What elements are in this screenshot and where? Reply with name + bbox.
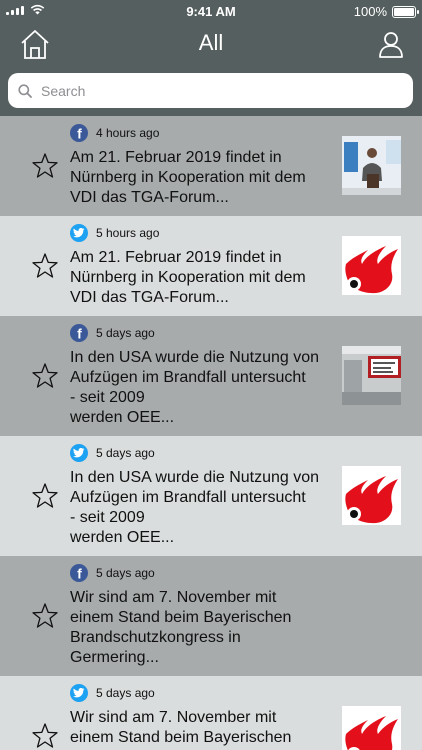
item-headline: Am 21. Februar 2019 findet in Nürnberg i… bbox=[70, 148, 340, 208]
headline-line: VDI das TGA-Forum... bbox=[70, 189, 229, 206]
item-meta: f 4 hours ago bbox=[70, 124, 159, 142]
star-icon[interactable] bbox=[31, 722, 59, 750]
item-meta: 5 days ago bbox=[70, 444, 155, 462]
item-headline: Wir sind am 7. November mit einem Stand … bbox=[70, 708, 340, 748]
headline-line: Germering... bbox=[70, 649, 159, 666]
item-thumbnail-logo[interactable] bbox=[342, 236, 401, 295]
twitter-icon bbox=[70, 684, 88, 702]
item-meta: 5 days ago bbox=[70, 684, 155, 702]
user-icon[interactable] bbox=[378, 30, 404, 58]
battery-percent: 100% bbox=[353, 4, 387, 19]
item-time: 5 days ago bbox=[96, 686, 155, 700]
item-time: 5 days ago bbox=[96, 446, 155, 460]
item-meta: f 5 days ago bbox=[70, 324, 155, 342]
headline-line: VDI das TGA-Forum... bbox=[70, 289, 229, 306]
star-icon[interactable] bbox=[31, 602, 59, 630]
headline-line: In den USA wurde die Nutzung von bbox=[70, 349, 320, 366]
headline-line: werden OEE... bbox=[70, 409, 175, 426]
item-meta: 5 hours ago bbox=[70, 224, 159, 242]
search-bar bbox=[0, 66, 422, 116]
headline-line: Brandschutzkongress in bbox=[70, 629, 241, 646]
headline-line: Am 21. Februar 2019 findet in bbox=[70, 149, 282, 166]
item-time: 5 hours ago bbox=[96, 226, 160, 240]
headline-line: Aufzügen im Brandfall untersucht bbox=[70, 369, 306, 386]
battery-icon bbox=[392, 5, 419, 18]
app-screen: 9:41 AM 100% All Search f 4 hours ago Am… bbox=[0, 0, 422, 750]
item-headline: In den USA wurde die Nutzung von Aufzüge… bbox=[70, 468, 340, 548]
star-icon[interactable] bbox=[31, 252, 59, 280]
feed-list: f 4 hours ago Am 21. Februar 2019 findet… bbox=[0, 116, 422, 750]
headline-line: einem Stand beim Bayerischen bbox=[70, 729, 292, 746]
item-time: 5 days ago bbox=[96, 326, 155, 340]
feed-item[interactable]: 5 days ago In den USA wurde die Nutzung … bbox=[0, 436, 422, 556]
item-thumbnail-photo[interactable] bbox=[342, 136, 401, 195]
item-thumbnail-logo[interactable] bbox=[342, 706, 401, 750]
headline-line: einem Stand beim Bayerischen bbox=[70, 609, 292, 626]
headline-line: Wir sind am 7. November mit bbox=[70, 709, 277, 726]
facebook-icon: f bbox=[70, 564, 88, 582]
item-thumbnail-logo[interactable] bbox=[342, 466, 401, 525]
item-meta: f 5 days ago bbox=[70, 564, 155, 582]
star-icon[interactable] bbox=[31, 482, 59, 510]
svg-text:f: f bbox=[77, 566, 82, 582]
feed-item[interactable]: f 5 days ago In den USA wurde die Nutzun… bbox=[0, 316, 422, 436]
headline-line: Wir sind am 7. November mit bbox=[70, 589, 277, 606]
feed-item[interactable]: 5 hours ago Am 21. Februar 2019 findet i… bbox=[0, 216, 422, 316]
headline-line: Nürnberg in Kooperation mit dem bbox=[70, 169, 306, 186]
headline-line: werden OEE... bbox=[70, 529, 175, 546]
twitter-icon bbox=[70, 224, 88, 242]
search-input[interactable] bbox=[39, 81, 383, 100]
svg-text:f: f bbox=[77, 326, 82, 342]
headline-line: In den USA wurde die Nutzung von bbox=[70, 469, 320, 486]
item-time: 4 hours ago bbox=[96, 126, 160, 140]
item-headline: In den USA wurde die Nutzung von Aufzüge… bbox=[70, 348, 340, 428]
facebook-icon: f bbox=[70, 324, 88, 342]
item-headline: Wir sind am 7. November mit einem Stand … bbox=[70, 588, 340, 668]
search-icon bbox=[18, 83, 32, 98]
item-headline: Am 21. Februar 2019 findet in Nürnberg i… bbox=[70, 248, 340, 308]
headline-line: Nürnberg in Kooperation mit dem bbox=[70, 269, 306, 286]
page-title: All bbox=[198, 30, 224, 55]
feed-item[interactable]: f 4 hours ago Am 21. Februar 2019 findet… bbox=[0, 116, 422, 216]
svg-text:f: f bbox=[77, 126, 82, 142]
feed-item[interactable]: f 5 days ago Wir sind am 7. November mit… bbox=[0, 556, 422, 676]
search-field[interactable] bbox=[8, 73, 413, 108]
headline-line: Am 21. Februar 2019 findet in bbox=[70, 249, 282, 266]
facebook-icon: f bbox=[70, 124, 88, 142]
star-icon[interactable] bbox=[31, 152, 59, 180]
feed-item[interactable]: 5 days ago Wir sind am 7. November mit e… bbox=[0, 676, 422, 750]
star-icon[interactable] bbox=[31, 362, 59, 390]
item-thumbnail-photo[interactable] bbox=[342, 346, 401, 405]
status-right: 100% bbox=[353, 4, 419, 19]
item-time: 5 days ago bbox=[96, 566, 155, 580]
headline-line: - seit 2009 bbox=[70, 389, 145, 406]
navigation-bar: All bbox=[0, 22, 422, 66]
twitter-icon bbox=[70, 444, 88, 462]
status-bar: 9:41 AM 100% bbox=[0, 0, 422, 22]
headline-line: - seit 2009 bbox=[70, 509, 145, 526]
headline-line: Aufzügen im Brandfall untersucht bbox=[70, 489, 306, 506]
